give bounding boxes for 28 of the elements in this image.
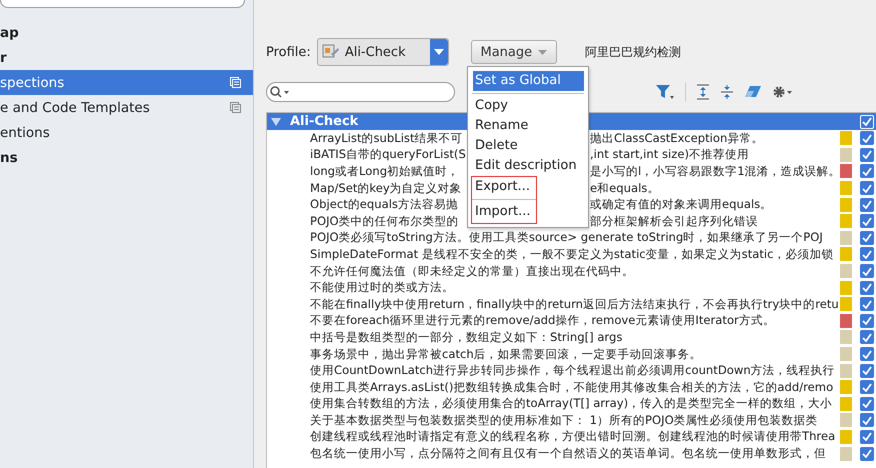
inspection-name: SimpleDateFormat 是线程不安全的类，一般不要定义为static变量，如果定义为static，必须加锁	[310, 246, 834, 262]
inspection-name: 使用集合转数组的方法，必须使用集合的toArray(T[] array)，传入的是类型完全一样的数组，大小	[310, 396, 832, 412]
inspection-name: 使用CountDownLatch进行异步转同步操作，每个线程退出前必须调用countDown方法，线程执行	[310, 363, 835, 378]
inspection-name: e和equals。	[590, 180, 660, 196]
inspection-name: ,int start,int size)不推荐使用	[590, 147, 749, 162]
inspection-name: Map/Set的key为自定义对象	[310, 180, 463, 196]
inspection-name: long或者Long初始赋值时，	[310, 164, 460, 179]
inspection-name: 创建线程或线程池时请指定有意义的线程名称，方便出错时回溯。创建线程池的时候请使用带Threa	[310, 429, 836, 444]
profile-description: 阿里巴巴规约检测	[584, 44, 681, 60]
inspection-name: 不能在finally块中使用return，finally块中的return返回后方法结束执行，不会再执行try块中的retu	[310, 296, 839, 312]
inspection-name: ArrayList的subList结果不可	[310, 130, 464, 146]
inspection-name: 不能使用过时的类或方法。	[310, 280, 454, 296]
inspection-name: 或确定有值的对象来调用equals。	[590, 197, 772, 212]
inspection-name: 事务场景中，抛出异常被catch后，如果需要回滚，一定要手动回滚事务。	[310, 346, 702, 362]
inspection-name: iBATIS自带的queryForList(S	[310, 147, 467, 162]
profile-label: Profile:	[266, 44, 311, 60]
inspection-name: 部分框架解析会引起序列化错误	[590, 214, 758, 229]
inspection-name: Object的equals方法容易抛	[310, 197, 459, 212]
inspection-name: POJO类中的任何布尔类型的	[310, 214, 460, 229]
inspection-name: 使用工具类Arrays.asList()把数组转换成集合时，不能使用其修改集合相关的方法，它的add/remo	[310, 380, 834, 395]
inspection-name: 是小写的l，小写容易跟数字1混淆，造成误解。	[590, 164, 841, 179]
inspection-name: 不要在foreach循环里进行元素的remove/add操作，remove元素请使用Iterator方式。	[310, 313, 775, 328]
inspection-name: 抛出ClassCastException异常。	[590, 130, 764, 146]
inspection-name: POJO类必须写toString方法。使用工具类source> generate toString时，如果继承了另一个POJ	[310, 230, 823, 246]
inspection-name: 关于基本数据类型与包装数据类型的使用标准如下： 1）所有的POJO类属性必须使用包装数据类	[310, 412, 818, 428]
inspection-name: 中括号是数组类型的一部分，数组定义如下：String[] args	[310, 330, 622, 345]
inspection-name: 包名统一使用小写，点分隔符之间有且仅有一个自然语义的英语单词。包名统一使用单数形式，但	[310, 446, 826, 462]
inspection-name: 不允许任何魔法值（即未经定义的常量）直接出现在代码中。	[310, 264, 634, 279]
